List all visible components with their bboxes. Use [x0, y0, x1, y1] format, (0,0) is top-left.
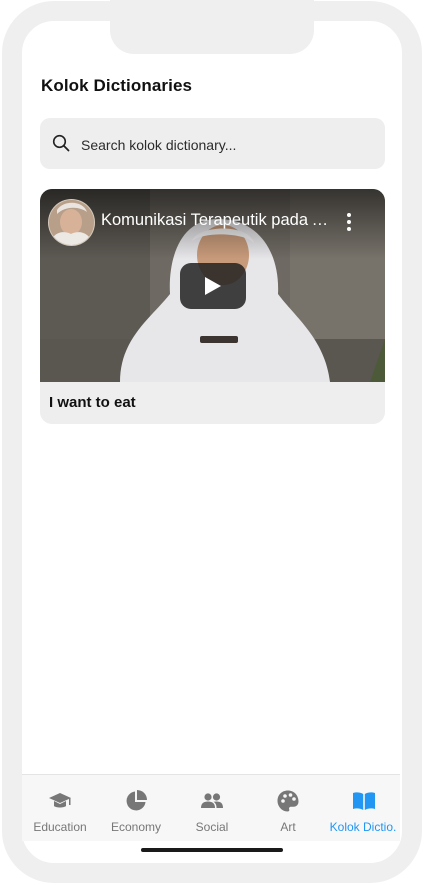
page-title: Kolok Dictionaries	[41, 76, 193, 95]
card-label: I want to eat	[49, 394, 136, 411]
avatar-image	[49, 200, 94, 245]
book-open-icon	[353, 792, 375, 810]
home-indicator	[141, 848, 283, 852]
tab-education[interactable]: Education	[22, 775, 98, 841]
tab-kolok-dictionary[interactable]: Kolok Dictio.	[326, 775, 400, 841]
tab-label: Social	[195, 820, 229, 834]
tab-economy[interactable]: Economy	[98, 775, 174, 841]
play-button[interactable]	[180, 263, 246, 309]
tab-label: Kolok Dictio.	[329, 820, 397, 834]
notch	[110, 0, 314, 54]
search-icon	[52, 134, 70, 152]
tab-label: Art	[280, 820, 296, 834]
more-options-icon[interactable]	[343, 211, 355, 233]
video-title[interactable]: Komunikasi Terapeutik pada Anak	[101, 211, 333, 230]
bottom-tab-bar: Education Economy Social Art Kolok Dicti…	[22, 774, 400, 841]
tab-social[interactable]: Social	[174, 775, 250, 841]
search-bar[interactable]	[40, 118, 385, 171]
search-input[interactable]	[79, 118, 373, 171]
video-card[interactable]: Komunikasi Terapeutik pada Anak I want t…	[40, 189, 385, 424]
tab-label: Education	[33, 820, 87, 834]
video-player[interactable]: Komunikasi Terapeutik pada Anak	[40, 189, 385, 382]
channel-avatar[interactable]	[48, 199, 95, 246]
graduation-cap-icon	[49, 793, 71, 808]
pie-chart-icon	[126, 790, 147, 811]
play-icon	[205, 277, 221, 295]
users-icon	[201, 793, 223, 808]
palette-icon	[277, 790, 299, 812]
tab-art[interactable]: Art	[250, 775, 326, 841]
tab-label: Economy	[110, 820, 162, 834]
